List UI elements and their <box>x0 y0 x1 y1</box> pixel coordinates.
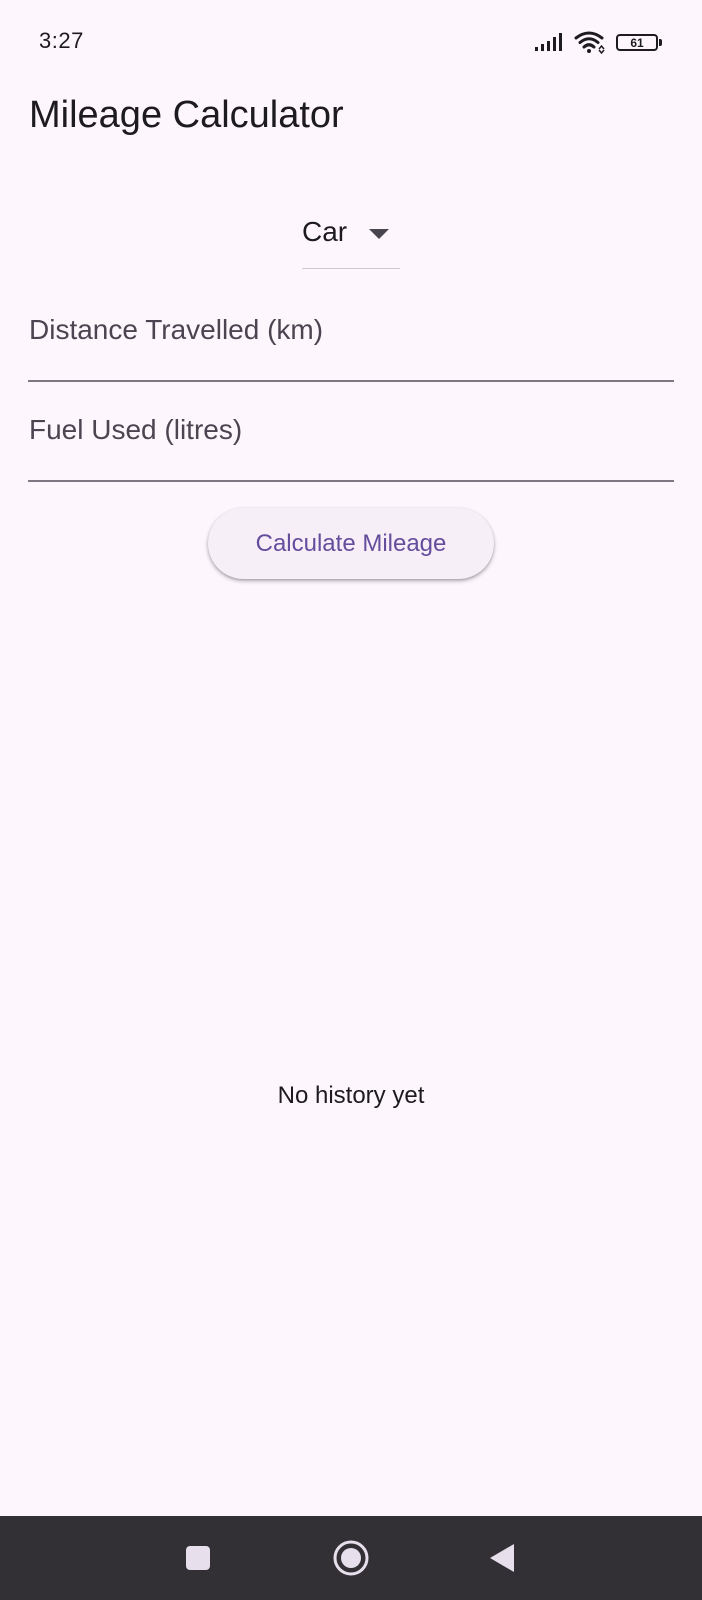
vehicle-type-selected: Car <box>302 216 348 247</box>
distance-input[interactable]: Distance Travelled (km) <box>28 306 674 382</box>
page-title: Mileage Calculator <box>29 94 344 136</box>
app-screen: 3:27 61 Mileage Calculator Car Distance … <box>0 0 702 1600</box>
battery-tip <box>659 39 662 46</box>
status-icons: 61 <box>534 30 662 54</box>
fuel-input-placeholder: Fuel Used (litres) <box>29 414 243 445</box>
fuel-input[interactable]: Fuel Used (litres) <box>28 406 674 482</box>
battery-icon: 61 <box>616 32 662 52</box>
signal-icon <box>535 33 562 51</box>
back-icon <box>490 1544 514 1572</box>
back-button[interactable] <box>482 1538 522 1578</box>
home-button[interactable] <box>331 1538 371 1578</box>
status-bar: 3:27 61 <box>0 0 702 84</box>
navigation-bar <box>0 1516 702 1600</box>
vehicle-type-dropdown[interactable]: Car <box>302 212 400 269</box>
recent-apps-icon <box>186 1546 210 1570</box>
status-time: 3:27 <box>39 28 84 53</box>
distance-input-placeholder: Distance Travelled (km) <box>29 314 324 345</box>
home-icon <box>333 1540 369 1576</box>
dropdown-arrow-icon <box>369 229 389 239</box>
battery-level: 61 <box>630 36 644 50</box>
recent-apps-button[interactable] <box>178 1538 218 1578</box>
calculate-mileage-button[interactable]: Calculate Mileage <box>208 508 494 579</box>
wifi-icon <box>574 31 605 54</box>
history-empty-message: No history yet <box>277 1082 425 1109</box>
